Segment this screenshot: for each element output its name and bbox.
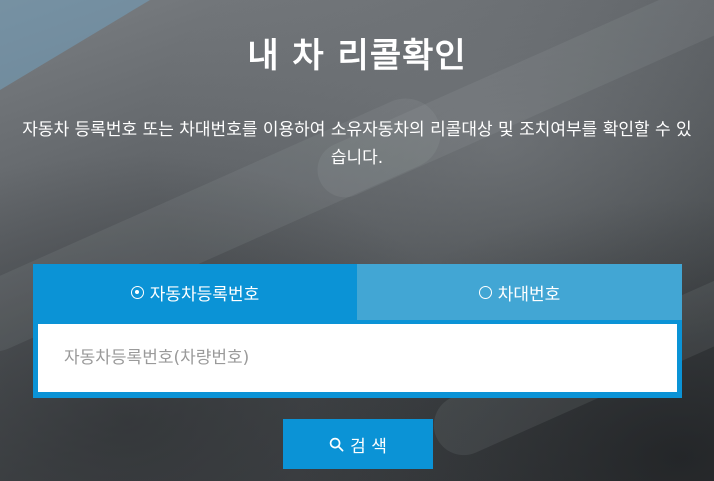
radio-unchecked-icon xyxy=(478,285,492,299)
tab-vin-label: 차대번호 xyxy=(497,284,561,305)
search-button[interactable]: 검 색 xyxy=(283,419,433,469)
registration-number-input[interactable] xyxy=(38,324,677,392)
search-input-container xyxy=(33,320,682,398)
tab-registration-number[interactable]: 자동차등록번호 xyxy=(33,264,357,320)
search-type-tabs: 자동차등록번호 차대번호 xyxy=(33,264,682,320)
tab-vin[interactable]: 차대번호 xyxy=(357,264,682,320)
page-title: 내 차 리콜확인 xyxy=(247,36,467,76)
radio-checked-icon xyxy=(130,285,144,299)
page-description: 자동차 등록번호 또는 차대번호를 이용하여 소유자동차의 리콜대상 및 조치여… xyxy=(22,120,692,168)
search-icon xyxy=(329,437,344,451)
tab-registration-number-label: 자동차등록번호 xyxy=(149,284,260,305)
search-button-label: 검 색 xyxy=(350,436,387,457)
